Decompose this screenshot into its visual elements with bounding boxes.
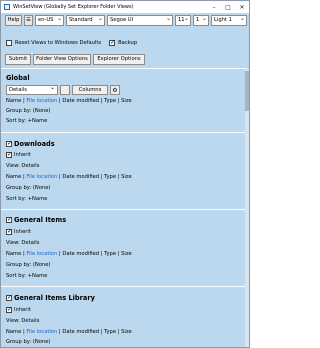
columns-button[interactable]: Columns xyxy=(72,85,108,95)
app-icon xyxy=(4,4,10,10)
view-text: View: Details xyxy=(6,163,40,169)
group-by: Group by: (None) xyxy=(6,185,51,191)
reset-views-label: Reset Views to Windows Defaults xyxy=(15,40,102,46)
folder-view-options-button[interactable]: Folder View Options xyxy=(33,54,91,65)
scale-select[interactable]: 1 xyxy=(193,15,209,26)
close-icon[interactable]: ✕ xyxy=(235,1,249,13)
inherit-label: Inherit xyxy=(14,307,31,313)
divider xyxy=(1,209,247,210)
columns-prefix: Name | xyxy=(6,251,27,257)
submit-button[interactable]: Submit xyxy=(5,54,31,65)
columns-suffix: | Date modified | Type | Size xyxy=(57,174,132,180)
help-button[interactable]: Help xyxy=(5,15,22,26)
maximize-icon[interactable]: □ xyxy=(221,1,235,13)
columns-line: Name | File location | Date modified | T… xyxy=(6,251,132,257)
reset-views-checkbox[interactable] xyxy=(6,40,12,46)
section-downloads: Downloads xyxy=(6,140,55,148)
toolbar: Help ☰ en-US Standard Segoe UI 11 1 Ligh… xyxy=(1,15,249,27)
section-heading: General Items Library xyxy=(14,294,95,302)
gear-icon[interactable]: ⚙ xyxy=(110,85,120,95)
inherit-checkbox[interactable] xyxy=(6,151,12,158)
preset-select[interactable]: Standard xyxy=(66,15,105,26)
options-row: Reset Views to Windows Defaults Backup xyxy=(6,39,137,47)
inherit-checkbox[interactable] xyxy=(6,306,12,313)
file-location-link[interactable]: File location xyxy=(26,174,57,180)
columns-prefix: Name | xyxy=(6,174,27,180)
inherit-row: Inherit xyxy=(6,306,31,313)
backup-checkbox[interactable] xyxy=(109,39,115,46)
columns-prefix: Name | xyxy=(6,98,27,104)
minimize-icon[interactable]: – xyxy=(207,1,221,13)
language-select[interactable]: en-US xyxy=(35,15,64,26)
columns-prefix: Name | xyxy=(6,329,27,335)
blank-button[interactable] xyxy=(60,85,70,95)
global-heading: Global xyxy=(6,74,30,82)
inherit-checkbox[interactable] xyxy=(6,228,12,235)
inherit-label: Inherit xyxy=(14,229,31,235)
section-checkbox[interactable] xyxy=(6,216,12,223)
divider xyxy=(1,68,247,69)
divider xyxy=(1,132,247,133)
group-by: Group by: (None) xyxy=(6,339,51,345)
font-size-select[interactable]: 11 xyxy=(175,15,191,26)
columns-suffix: | Date modified | Type | Size xyxy=(57,329,132,335)
section-heading: Downloads xyxy=(14,140,55,148)
view-select[interactable]: Details xyxy=(6,84,58,95)
section-heading: General Items xyxy=(14,216,67,224)
columns-suffix: | Date modified | Type | Size xyxy=(57,98,132,104)
file-location-link[interactable]: File location xyxy=(26,98,57,104)
title-bar: WinSetView (Globally Set Explorer Folder… xyxy=(1,1,249,13)
app-window: WinSetView (Globally Set Explorer Folder… xyxy=(0,0,250,348)
window-title: WinSetView (Globally Set Explorer Folder… xyxy=(13,4,134,10)
global-group-by: Group by: (None) xyxy=(6,108,51,114)
section-general-items-library: General Items Library xyxy=(6,294,95,302)
file-location-link[interactable]: File location xyxy=(26,329,57,335)
file-location-link[interactable]: File location xyxy=(26,251,57,257)
scrollbar-thumb[interactable] xyxy=(245,71,249,111)
view-text: View: Details xyxy=(6,318,40,324)
divider xyxy=(1,286,247,287)
inherit-row: Inherit xyxy=(6,228,31,235)
global-columns-line: Name | File location | Date modified | T… xyxy=(6,98,132,104)
explorer-options-button[interactable]: Explorer Options xyxy=(93,54,145,65)
global-sort-by: Sort by: +Name xyxy=(6,118,48,124)
group-by: Group by: (None) xyxy=(6,262,51,268)
columns-line: Name | File location | Date modified | T… xyxy=(6,174,132,180)
sort-by: Sort by: +Name xyxy=(6,273,48,279)
sort-by: Sort by: +Name xyxy=(6,196,48,202)
view-text: View: Details xyxy=(6,240,40,246)
columns-line: Name | File location | Date modified | T… xyxy=(6,329,132,335)
inherit-label: Inherit xyxy=(14,152,31,158)
theme-select[interactable]: Light 1 xyxy=(211,15,247,26)
section-general-items: General Items xyxy=(6,216,66,224)
inherit-row: Inherit xyxy=(6,151,31,158)
section-checkbox[interactable] xyxy=(6,140,12,147)
section-checkbox[interactable] xyxy=(6,294,12,301)
columns-suffix: | Date modified | Type | Size xyxy=(57,251,132,257)
menu-button[interactable]: ☰ xyxy=(24,15,33,26)
backup-label: Backup xyxy=(118,40,138,46)
font-select[interactable]: Segoe UI xyxy=(107,15,173,26)
